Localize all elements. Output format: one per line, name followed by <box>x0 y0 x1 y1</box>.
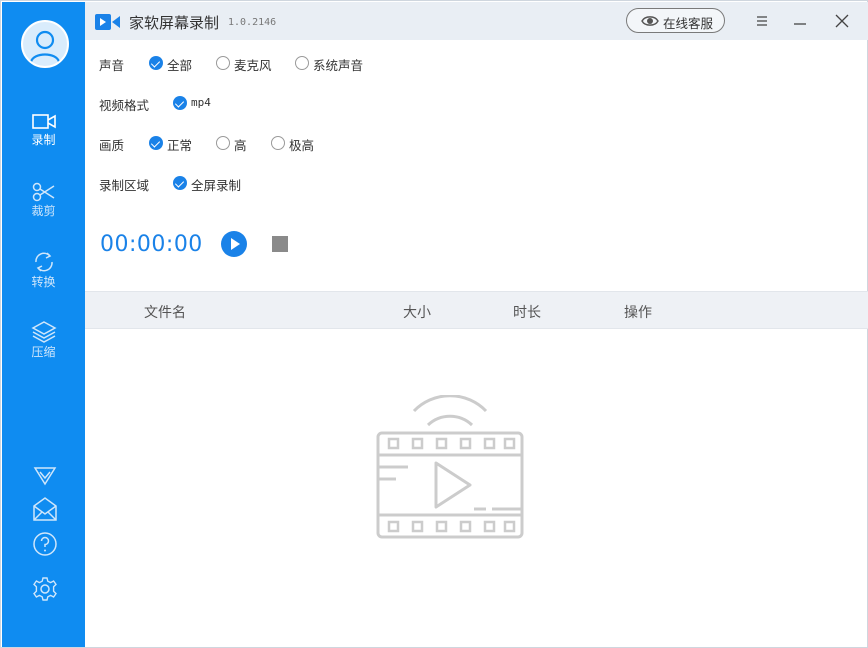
app-title: 家软屏幕录制 <box>129 14 220 32</box>
sidebar-item-record[interactable]: 录制 <box>2 112 85 164</box>
eye-icon <box>641 16 659 26</box>
sidebar-item-label: 压缩 <box>31 345 56 359</box>
mail-icon[interactable] <box>31 495 59 523</box>
sidebar-item-convert[interactable]: 转换 <box>2 250 85 302</box>
sidebar-item-label: 转换 <box>31 275 56 289</box>
radio-checked-icon <box>173 176 187 190</box>
video-camera-icon <box>31 114 56 129</box>
column-size: 大小 <box>403 305 431 321</box>
close-icon[interactable] <box>833 12 851 30</box>
start-record-button[interactable] <box>221 231 247 257</box>
quality-label: 画质 <box>99 138 125 153</box>
file-table-header: 文件名 大小 时长 操作 <box>85 291 868 329</box>
online-service-label: 在线客服 <box>663 16 714 31</box>
settings-icon[interactable] <box>31 575 59 603</box>
app-window: 录制 裁剪 转换 压缩 家软屏幕录制 1.0.2146 在线客服 声音 全部 麦… <box>0 0 868 648</box>
title-bar: 家软屏幕录制 1.0.2146 在线客服 <box>85 2 868 40</box>
column-filename: 文件名 <box>144 305 186 321</box>
area-label: 录制区域 <box>99 178 150 193</box>
user-icon <box>29 30 61 63</box>
convert-arrows-icon <box>34 252 53 272</box>
sidebar-item-label: 裁剪 <box>31 204 56 218</box>
sidebar-item-crop[interactable]: 裁剪 <box>2 181 85 233</box>
column-duration: 时长 <box>513 305 541 321</box>
avatar[interactable] <box>21 20 69 68</box>
radio-unchecked-icon <box>216 136 230 150</box>
radio-unchecked-icon <box>271 136 285 150</box>
sidebar-item-compress[interactable]: 压缩 <box>2 320 85 372</box>
vip-diamond-icon[interactable] <box>31 460 59 488</box>
column-actions: 操作 <box>624 305 652 321</box>
scissors-icon <box>32 182 54 202</box>
record-timer: 00:00:00 <box>100 232 203 257</box>
audio-label: 声音 <box>99 58 125 73</box>
minimize-icon[interactable] <box>791 12 809 30</box>
help-icon[interactable] <box>31 530 59 558</box>
sidebar-item-label: 录制 <box>31 133 56 147</box>
sidebar: 录制 裁剪 转换 压缩 <box>2 2 85 647</box>
radio-unchecked-icon <box>295 56 309 70</box>
online-service-button[interactable]: 在线客服 <box>626 8 725 33</box>
radio-checked-icon <box>173 96 187 110</box>
empty-video-icon <box>376 395 524 539</box>
layers-icon <box>30 321 57 343</box>
format-label: 视频格式 <box>99 98 150 113</box>
app-logo-icon <box>95 14 120 30</box>
app-version: 1.0.2146 <box>228 17 277 28</box>
menu-icon[interactable] <box>753 12 771 30</box>
radio-unchecked-icon <box>216 56 230 70</box>
stop-record-button[interactable] <box>272 236 288 252</box>
radio-checked-icon <box>149 136 163 150</box>
radio-checked-icon <box>149 56 163 70</box>
